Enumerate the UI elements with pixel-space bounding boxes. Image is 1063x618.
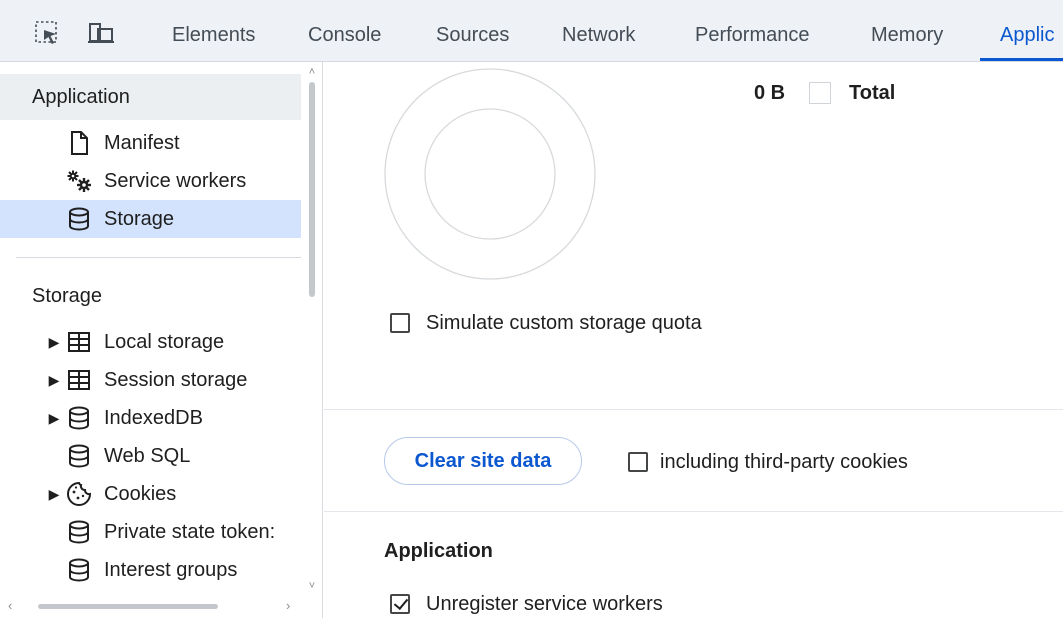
sidebar-item-web-sql[interactable]: Web SQL xyxy=(0,437,301,475)
unregister-service-workers-label: Unregister service workers xyxy=(426,593,663,615)
database-icon xyxy=(64,206,94,232)
scroll-left-arrow-icon[interactable]: ‹ xyxy=(8,598,12,613)
usage-donut-chart xyxy=(384,68,596,280)
expand-arrow-icon[interactable]: ▶ xyxy=(44,372,64,389)
section-divider xyxy=(324,511,1063,512)
horizontal-scrollbar-thumb[interactable] xyxy=(38,604,218,609)
sidebar-item-label: IndexedDB xyxy=(104,406,203,429)
sidebar-item-label: Cookies xyxy=(104,482,177,505)
sidebar-item-indexeddb[interactable]: ▶ IndexedDB xyxy=(0,399,301,437)
expand-arrow-icon[interactable]: ▶ xyxy=(44,334,64,351)
scroll-up-arrow-icon[interactable]: ˄ xyxy=(306,66,318,78)
table-icon xyxy=(64,367,94,393)
application-sidebar: Application Manifest Service workers Sto… xyxy=(0,62,323,618)
sidebar-section-storage[interactable]: Storage xyxy=(0,273,301,319)
sidebar-divider xyxy=(16,257,301,258)
sidebar-item-label: Session storage xyxy=(104,368,248,391)
legend-swatch xyxy=(809,82,831,104)
database-icon xyxy=(64,405,94,431)
file-icon xyxy=(64,130,94,156)
sidebar-item-label: Local storage xyxy=(104,330,225,353)
sidebar-item-label: Storage xyxy=(104,207,175,230)
sidebar-item-label: Interest groups xyxy=(104,558,238,581)
devtools-tab-bar: Elements Console Sources Network Perform… xyxy=(0,0,1063,62)
active-tab-indicator xyxy=(980,58,1063,61)
scroll-right-arrow-icon[interactable]: › xyxy=(286,598,290,613)
tab-elements[interactable]: Elements xyxy=(172,0,255,61)
sidebar-item-storage[interactable]: Storage xyxy=(0,200,301,238)
tab-network[interactable]: Network xyxy=(562,0,635,61)
unregister-service-workers-checkbox[interactable] xyxy=(390,594,410,614)
tab-console[interactable]: Console xyxy=(308,0,381,61)
tab-performance[interactable]: Performance xyxy=(695,0,810,61)
database-icon xyxy=(64,443,94,469)
clear-site-data-button[interactable]: Clear site data xyxy=(384,437,582,485)
section-divider xyxy=(324,409,1063,410)
vertical-scrollbar-thumb[interactable] xyxy=(309,82,315,297)
sidebar-item-interest-groups[interactable]: Interest groups xyxy=(0,551,301,589)
expand-arrow-icon[interactable]: ▶ xyxy=(44,486,64,503)
device-toolbar-icon[interactable] xyxy=(86,18,116,48)
tab-sources[interactable]: Sources xyxy=(436,0,509,61)
third-party-cookies-label: including third-party cookies xyxy=(660,451,908,473)
sidebar-item-label: Private state token: xyxy=(104,520,276,543)
sidebar-item-local-storage[interactable]: ▶ Local storage xyxy=(0,323,301,361)
sidebar-item-label: Service workers xyxy=(104,169,247,192)
sidebar-item-service-workers[interactable]: Service workers xyxy=(0,162,301,200)
sidebar-section-application[interactable]: Application xyxy=(0,74,301,120)
simulate-quota-label: Simulate custom storage quota xyxy=(426,312,702,334)
sidebar-item-cookies[interactable]: ▶ Cookies xyxy=(0,475,301,513)
cookie-icon xyxy=(64,481,94,507)
tab-memory[interactable]: Memory xyxy=(871,0,943,61)
table-icon xyxy=(64,329,94,355)
gears-icon xyxy=(64,168,94,194)
sidebar-item-manifest[interactable]: Manifest xyxy=(0,124,301,162)
database-icon xyxy=(64,557,94,583)
sidebar-item-session-storage[interactable]: ▶ Session storage xyxy=(0,361,301,399)
application-section-title: Application xyxy=(384,540,493,562)
legend-total-label: Total xyxy=(849,82,896,104)
sidebar-item-label: Web SQL xyxy=(104,444,191,467)
sidebar-item-label: Manifest xyxy=(104,131,180,154)
storage-main-panel: 0 B Total Simulate custom storage quota … xyxy=(324,62,1063,618)
tab-application[interactable]: Applic xyxy=(1000,0,1054,61)
database-icon xyxy=(64,519,94,545)
scroll-down-arrow-icon[interactable]: ˅ xyxy=(306,580,318,592)
sidebar-item-private-state-tokens[interactable]: Private state token: xyxy=(0,513,301,551)
third-party-cookies-checkbox[interactable] xyxy=(628,452,648,472)
expand-arrow-icon[interactable]: ▶ xyxy=(44,410,64,427)
simulate-quota-checkbox[interactable] xyxy=(390,313,410,333)
usage-total-value: 0 B xyxy=(754,82,786,104)
select-element-icon[interactable] xyxy=(32,18,62,48)
